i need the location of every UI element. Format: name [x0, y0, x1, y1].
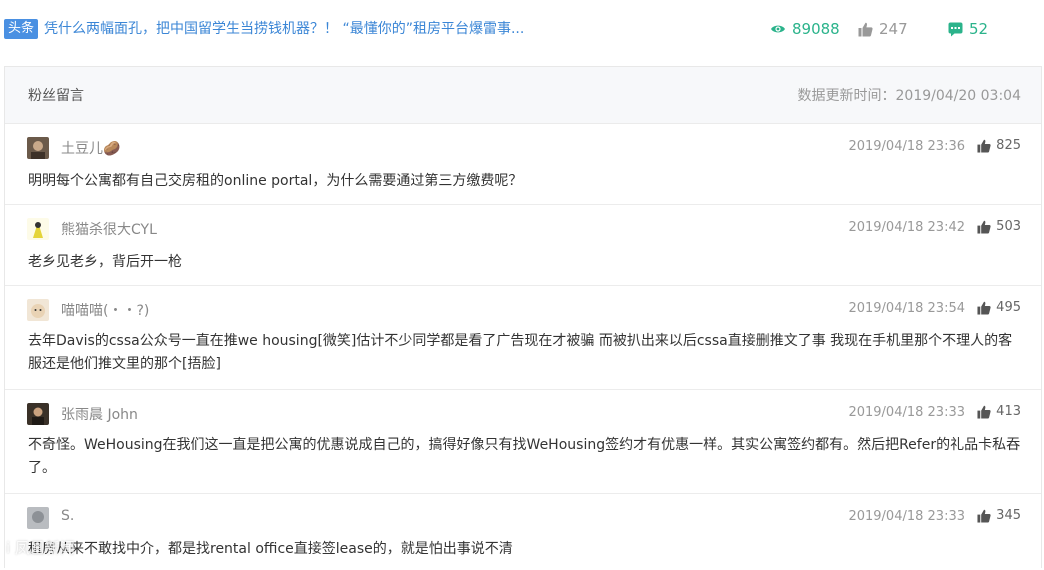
comment-text: 去年Davis的cssa公众号一直在推we housing[微笑]估计不少同学都…: [28, 333, 1013, 372]
article-header: 头条 凭什么两幅面孔，把中国留学生当捞钱机器？！ “最懂你的”租房平台爆雷事..…: [0, 0, 1044, 58]
comment-like-button[interactable]: 413: [977, 404, 1021, 419]
commenter-name[interactable]: 土豆儿🥔: [61, 138, 120, 158]
avatar[interactable]: [27, 137, 49, 159]
comment-like-count: 345: [996, 508, 1021, 523]
commenter-name[interactable]: 喵喵喵(・・?): [61, 300, 149, 320]
views-count: 89088: [792, 20, 840, 38]
thumbs-up-icon: [977, 405, 991, 419]
avatar[interactable]: [27, 403, 49, 425]
thumbs-up-icon: [977, 220, 991, 234]
headline-tag: 头条: [4, 19, 39, 39]
comment-time: 2019/04/18 23:36: [848, 139, 965, 154]
commenter-name[interactable]: S.: [61, 508, 74, 524]
likes-stat: 247: [858, 19, 908, 39]
comment-like-button[interactable]: 503: [977, 219, 1021, 234]
comment-like-button[interactable]: 345: [977, 508, 1021, 523]
likes-count: 247: [879, 20, 908, 38]
comment-text: 不奇怪。WeHousing在我们这一直是把公寓的优惠说成自己的，搞得好像只有找W…: [28, 437, 1021, 476]
data-update-time: 数据更新时间：2019/04/20 03:04: [797, 88, 1022, 104]
commenter-name[interactable]: 熊猫杀很大CYL: [61, 219, 157, 239]
thumbs-up-icon: [977, 301, 991, 315]
comment-item: 熊猫杀很大CYL 2019/04/18 23:42 503 老乡见老乡，背后开一…: [5, 205, 1041, 286]
eye-icon: [771, 25, 785, 33]
views-stat: 89088: [770, 19, 840, 39]
panel-title: 粉丝留言: [28, 88, 84, 104]
comment-text: 老乡见老乡，背后开一枪: [28, 254, 182, 270]
comment-bubble-icon: [948, 22, 963, 36]
fan-comments-panel: 粉丝留言 数据更新时间：2019/04/20 03:04 土豆儿🥔 2019/0…: [4, 66, 1042, 568]
comment-time: 2019/04/18 23:33: [848, 405, 965, 420]
comment-text: 明明每个公寓都有自己交房租的online portal，为什么需要通过第三方缴费…: [28, 173, 523, 189]
comment-time: 2019/04/18 23:42: [848, 220, 965, 235]
comment-text: 租房从来不敢找中介，都是找rental office直接签lease的，就是怕出…: [28, 541, 513, 557]
comment-like-count: 825: [996, 138, 1021, 153]
comments-count: 52: [969, 20, 989, 38]
comment-like-count: 495: [996, 300, 1021, 315]
comment-like-count: 503: [996, 219, 1021, 234]
source-watermark: i 凤凰新闻: [6, 539, 75, 557]
avatar[interactable]: [27, 218, 49, 240]
comment-time: 2019/04/18 23:33: [848, 509, 965, 524]
comment-like-count: 413: [996, 404, 1021, 419]
commenter-name[interactable]: 张雨晨 John: [61, 404, 138, 424]
avatar[interactable]: [27, 507, 49, 529]
comment-item: 张雨晨 John 2019/04/18 23:33 413 不奇怪。WeHous…: [5, 390, 1041, 494]
comment-time: 2019/04/18 23:54: [848, 301, 965, 316]
panel-header: 粉丝留言 数据更新时间：2019/04/20 03:04: [5, 67, 1041, 124]
thumbs-up-icon: [977, 509, 991, 523]
avatar[interactable]: [27, 299, 49, 321]
article-title-link[interactable]: 凭什么两幅面孔，把中国留学生当捞钱机器？！ “最懂你的”租房平台爆雷事...: [44, 19, 604, 39]
thumbs-up-icon: [858, 22, 873, 36]
comment-item: S. 2019/04/18 23:33 345 租房从来不敢找中介，都是找ren…: [5, 494, 1041, 570]
thumbs-up-icon: [977, 139, 991, 153]
comment-like-button[interactable]: 495: [977, 300, 1021, 315]
comment-like-button[interactable]: 825: [977, 138, 1021, 153]
comment-item: 喵喵喵(・・?) 2019/04/18 23:54 495 去年Davis的cs…: [5, 286, 1041, 390]
comments-stat: 52: [948, 19, 988, 39]
comment-item: 土豆儿🥔 2019/04/18 23:36 825 明明每个公寓都有自己交房租的…: [5, 124, 1041, 205]
